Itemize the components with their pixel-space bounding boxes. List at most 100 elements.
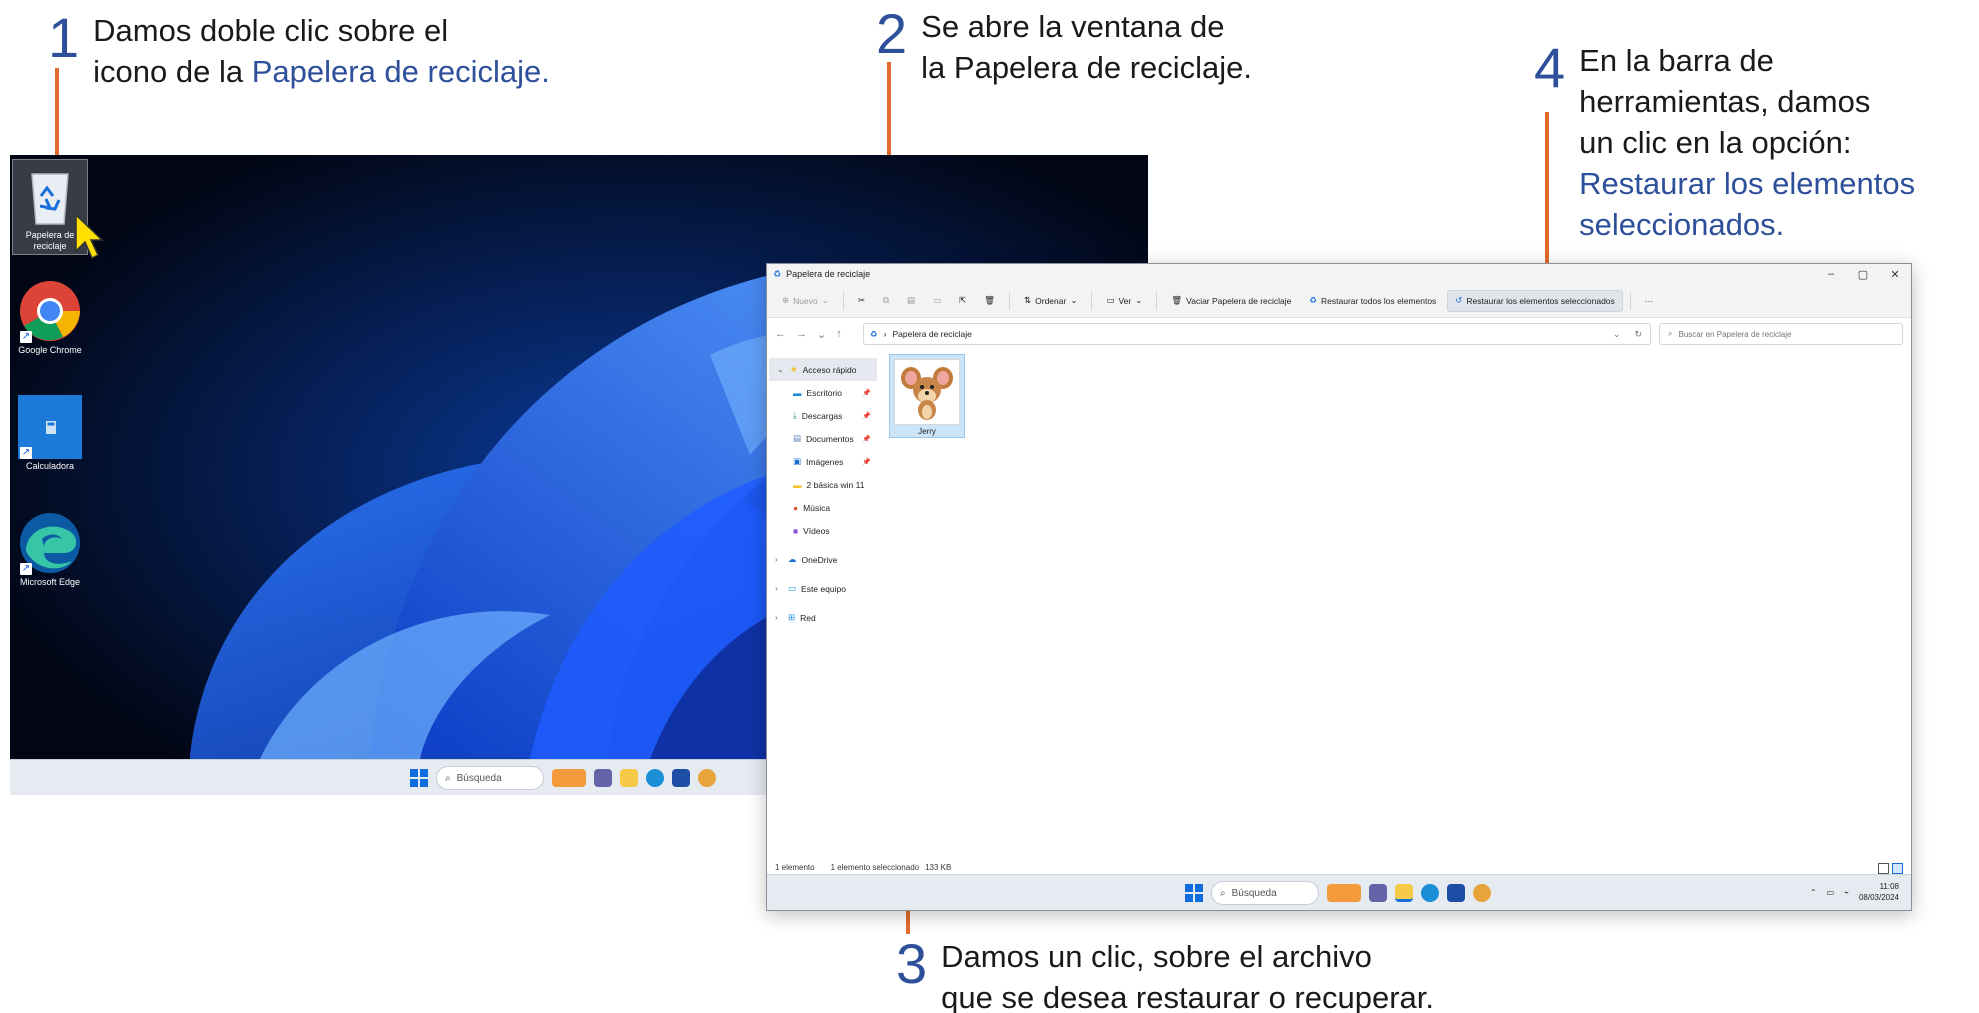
clock-date: 08/03/2024 <box>1858 893 1899 902</box>
recycle-bin-icon: ♻ <box>773 268 782 279</box>
taskbar-search[interactable]: ⌕ Búsqueda <box>436 766 544 790</box>
windows-start-icon[interactable] <box>410 769 428 787</box>
nav-item-descargas[interactable]: ⤓ Descargas 📌 <box>767 404 879 427</box>
nav-item-musica[interactable]: ● Música <box>767 496 879 519</box>
search-icon: ⌕ <box>1220 887 1226 899</box>
copy-icon: ⧉ <box>882 295 890 305</box>
recycle-bin-icon <box>18 164 82 228</box>
explorer-body: ⌄ ★ Acceso rápido ▬ Escritorio 📌 ⤓ Desca… <box>767 350 1911 862</box>
step-number: 4 <box>1534 36 1566 99</box>
up-arrow-icon[interactable]: ↑ <box>836 328 842 341</box>
refresh-icon[interactable]: ↻ <box>1634 329 1642 340</box>
display-icon[interactable]: ▭ <box>1827 888 1835 897</box>
step-4-connector <box>1545 112 1549 288</box>
cut-button[interactable]: ✂ <box>851 290 872 312</box>
nav-network[interactable]: › ⊞ Red <box>767 606 879 629</box>
forward-arrow-icon[interactable]: → <box>796 328 807 341</box>
chrome-taskbar-icon[interactable] <box>698 769 716 787</box>
pin-icon: 📌 <box>862 389 871 397</box>
chevron-up-icon[interactable]: ⌃ <box>1810 888 1817 897</box>
step-text: Damos un clic, sobre el archivo que se d… <box>941 936 1434 1013</box>
rename-button[interactable]: ▭ <box>926 290 948 312</box>
clock-time: 11:08 <box>1879 882 1899 891</box>
nav-item-videos[interactable]: ■ Vídeos <box>767 519 879 542</box>
windows-start-icon[interactable] <box>1185 884 1203 902</box>
share-button[interactable]: ⇱ <box>952 290 973 312</box>
nav-label: Documentos <box>806 433 854 444</box>
teams-icon[interactable] <box>594 769 612 787</box>
trash-icon: 🗑 <box>1171 295 1183 305</box>
sort-icon: ⇅ <box>1024 295 1032 305</box>
search-icon: ⌕ <box>1668 329 1673 338</box>
edge-icon: ↗ <box>18 511 82 575</box>
file-item-jerry[interactable]: Jerry <box>889 354 965 438</box>
tiles-view-icon[interactable] <box>1892 863 1903 874</box>
restore-all-button[interactable]: ♻ Restaurar todos los elementos <box>1302 290 1443 312</box>
step-text: En la barra de herramientas, damos un cl… <box>1579 40 1915 245</box>
search-input[interactable]: ⌕ Buscar en Papelera de reciclaje <box>1659 323 1903 345</box>
file-explorer-icon[interactable] <box>620 769 638 787</box>
delete-button[interactable]: 🗑 <box>977 290 1002 312</box>
desktop-icon-label: Google Chrome <box>18 345 82 355</box>
view-label: Ver <box>1118 295 1132 306</box>
window-title: Papelera de reciclaje <box>786 269 871 279</box>
explorer-taskbar: ⌕ Búsqueda ⌃ ▭ ⌁ 11:08 08/03/2024 <box>767 874 1911 910</box>
recent-chevron-icon[interactable]: ⌄ <box>817 328 826 341</box>
restore-selected-button[interactable]: ↺ Restaurar los elementos seleccionados <box>1447 289 1623 312</box>
nav-item-escritorio[interactable]: ▬ Escritorio 📌 <box>767 381 879 404</box>
paste-button[interactable]: ▤ <box>900 290 922 312</box>
minimize-button[interactable]: – <box>1815 264 1847 284</box>
file-explorer-icon[interactable] <box>1395 884 1413 902</box>
chevron-down-icon[interactable]: ⌄ <box>1613 329 1621 340</box>
copy-button[interactable]: ⧉ <box>876 290 896 312</box>
new-button[interactable]: ⊕ Nuevo ⌄ <box>775 290 836 312</box>
address-bar[interactable]: ♻ › Papelera de reciclaje ⌄ ↻ <box>863 323 1651 345</box>
nav-item-documentos[interactable]: ▤ Documentos 📌 <box>767 427 879 450</box>
nav-item-folder[interactable]: ▬ 2 básica win 11 <box>767 473 879 496</box>
step-line: que se desea restaurar o recuperar. <box>941 980 1435 1013</box>
edge-taskbar-icon[interactable] <box>646 769 664 787</box>
restore-selected-label: Restaurar los elementos seleccionados <box>1466 295 1615 306</box>
view-button[interactable]: ▭ Ver ⌄ <box>1099 290 1149 312</box>
navigation-pane: ⌄ ★ Acceso rápido ▬ Escritorio 📌 ⤓ Desca… <box>767 350 879 862</box>
chevron-right-icon: › <box>775 584 778 593</box>
widgets-icon[interactable] <box>1327 884 1361 902</box>
clock[interactable]: 11:08 08/03/2024 <box>1859 881 1899 903</box>
network-icon[interactable]: ⌁ <box>1844 888 1849 897</box>
store-icon[interactable] <box>1447 884 1465 902</box>
details-view-icon[interactable] <box>1878 863 1889 874</box>
status-size: 133 KB <box>925 862 952 872</box>
sort-button[interactable]: ⇅ Ordenar ⌄ <box>1017 290 1084 312</box>
teams-icon[interactable] <box>1369 884 1387 902</box>
edge-taskbar-icon[interactable] <box>1421 884 1439 902</box>
status-count: 1 elemento <box>775 862 815 872</box>
close-button[interactable]: ✕ <box>1879 264 1911 284</box>
nav-onedrive[interactable]: › ☁ OneDrive <box>767 548 879 571</box>
search-placeholder: Buscar en Papelera de reciclaje <box>1678 329 1792 339</box>
step-1-connector <box>55 68 59 162</box>
more-options-button[interactable]: ··· <box>1638 290 1661 312</box>
step-number: 3 <box>896 932 928 995</box>
nav-this-pc[interactable]: › ▭ Este equipo <box>767 577 879 600</box>
nav-item-imagenes[interactable]: ▣ Imágenes 📌 <box>767 450 879 473</box>
chrome-taskbar-icon[interactable] <box>1473 884 1491 902</box>
nav-quick-access[interactable]: ⌄ ★ Acceso rápido <box>769 358 877 381</box>
chevron-down-icon: ⌄ <box>1135 295 1143 305</box>
desktop-icon-edge[interactable]: ↗ Microsoft Edge <box>12 507 88 588</box>
nav-label: Escritorio <box>806 387 842 398</box>
taskbar-search-label: Búsqueda <box>1231 887 1277 899</box>
maximize-button[interactable]: ▢ <box>1847 264 1879 284</box>
back-arrow-icon[interactable]: ← <box>775 328 786 341</box>
chevron-down-icon: ⌄ <box>777 365 784 374</box>
view-icon: ▭ <box>1106 295 1115 305</box>
desktop-icon-calculator[interactable]: ↗ Calculadora <box>12 391 88 472</box>
step-line: herramientas, damos <box>1579 84 1871 119</box>
widgets-icon[interactable] <box>552 769 586 787</box>
desktop-icon-chrome[interactable]: ↗ Google Chrome <box>12 275 88 356</box>
nav-label: Acceso rápido <box>802 364 857 375</box>
taskbar-search[interactable]: ⌕ Búsqueda <box>1211 881 1319 905</box>
store-icon[interactable] <box>672 769 690 787</box>
taskbar-search-label: Búsqueda <box>456 772 502 784</box>
sort-label: Ordenar <box>1035 295 1067 306</box>
empty-recycle-bin-button[interactable]: 🗑 Vaciar Papelera de reciclaje <box>1164 290 1298 312</box>
